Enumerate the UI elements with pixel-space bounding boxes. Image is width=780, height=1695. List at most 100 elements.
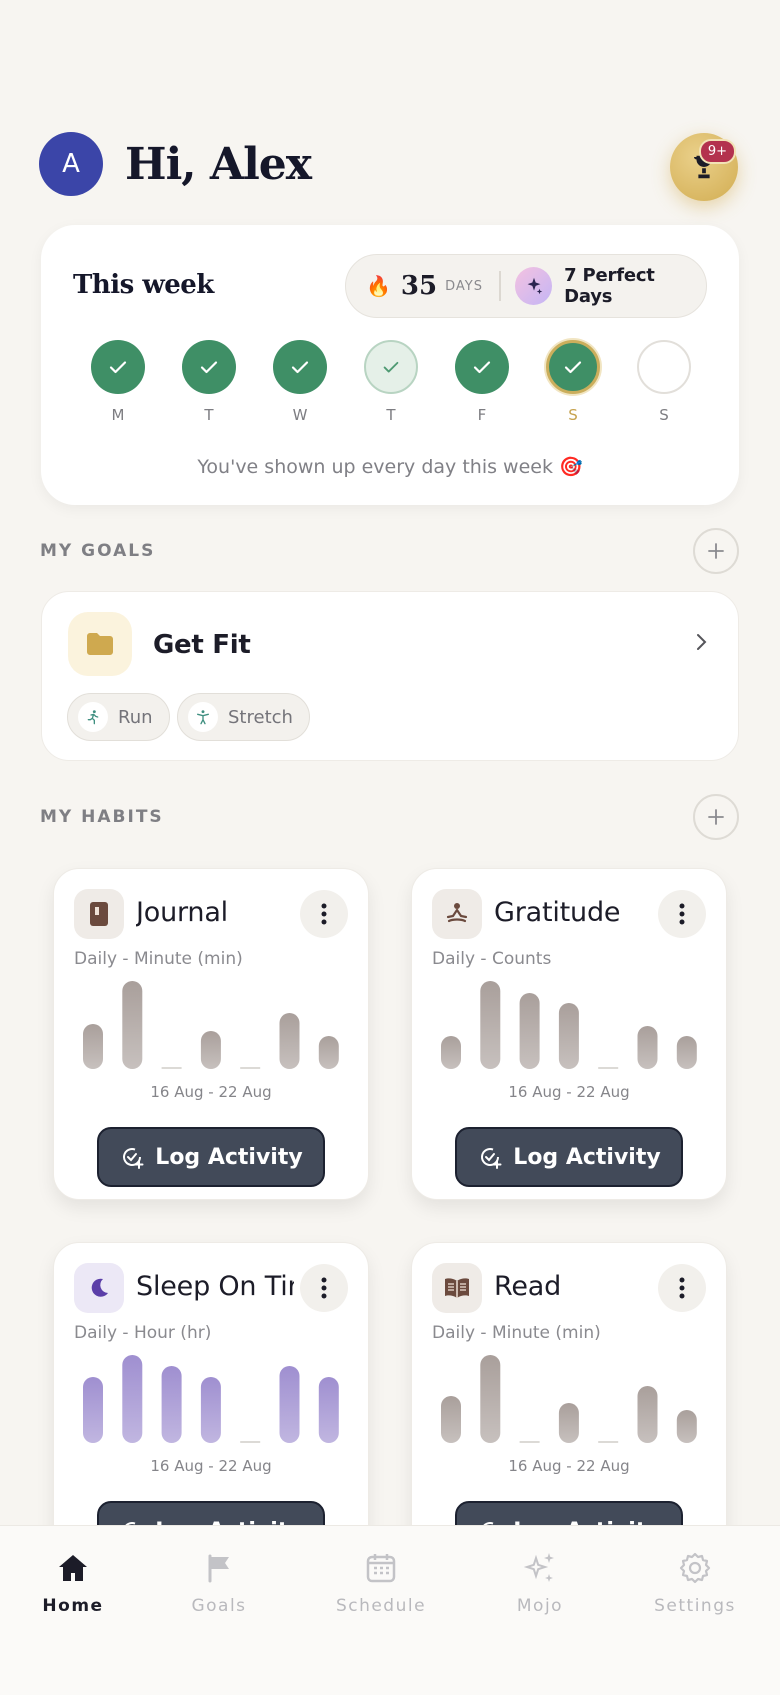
chart-bar — [200, 1031, 221, 1069]
nav-home[interactable]: Home — [3, 1548, 143, 1616]
kebab-icon — [679, 1277, 685, 1299]
habit-frequency: Daily - Counts — [432, 949, 552, 969]
habit-frequency: Daily - Minute (min) — [74, 949, 243, 969]
kebab-icon — [679, 903, 685, 925]
days-row: M T W T F S S — [91, 340, 691, 424]
habit-card-journal[interactable]: Journal Daily - Minute (min) 16 Aug - 22… — [53, 868, 369, 1200]
check-icon — [455, 340, 509, 394]
open-book-icon — [432, 1263, 482, 1313]
more-options-button[interactable] — [658, 890, 706, 938]
habit-chart — [83, 1355, 339, 1443]
day-sunday[interactable]: S — [637, 340, 691, 424]
date-range: 16 Aug - 22 Aug — [150, 1083, 272, 1101]
day-tuesday[interactable]: T — [182, 340, 236, 424]
week-message: You've shown up every day this week 🎯 — [197, 456, 583, 478]
check-icon — [546, 340, 600, 394]
goal-card[interactable]: Get Fit Run Stretch — [41, 591, 739, 761]
weekly-progress-card: This week 🔥 35 DAYS 7 Perfect Days M T W… — [41, 225, 739, 505]
chart-bar-empty — [240, 1441, 261, 1443]
chart-bar — [441, 1396, 461, 1443]
nav-settings[interactable]: Settings — [625, 1548, 765, 1616]
chart-bar — [480, 981, 501, 1069]
day-saturday[interactable]: S — [546, 340, 600, 424]
day-label: S — [568, 406, 578, 424]
nav-label: Home — [42, 1596, 104, 1616]
day-thursday[interactable]: T — [364, 340, 418, 424]
nav-label: Mojo — [516, 1596, 564, 1616]
stretch-icon — [188, 702, 218, 732]
check-icon — [182, 340, 236, 394]
book-icon — [74, 889, 124, 939]
log-activity-button[interactable]: Log Activity — [97, 1127, 325, 1187]
habit-card-gratitude[interactable]: Gratitude Daily - Counts 16 Aug - 22 Aug… — [411, 868, 727, 1200]
check-icon — [273, 340, 327, 394]
calendar-icon — [311, 1548, 451, 1588]
chart-bar — [279, 1013, 300, 1069]
more-options-button[interactable] — [300, 890, 348, 938]
chart-bar — [558, 1003, 579, 1069]
habit-frequency: Daily - Hour (hr) — [74, 1323, 212, 1343]
chart-bar — [637, 1026, 658, 1069]
habit-name: Sleep On Time — [136, 1271, 294, 1302]
nav-mojo[interactable]: Mojo — [470, 1548, 610, 1616]
day-monday[interactable]: M — [91, 340, 145, 424]
log-activity-button[interactable]: Log Activity — [455, 1127, 683, 1187]
avatar[interactable]: A — [39, 132, 103, 196]
chart-bar — [279, 1366, 300, 1443]
chip-run[interactable]: Run — [67, 693, 170, 741]
chip-stretch[interactable]: Stretch — [177, 693, 310, 741]
chart-bar-empty — [240, 1067, 261, 1069]
chart-bar — [318, 1377, 339, 1443]
nav-schedule[interactable]: Schedule — [311, 1548, 451, 1616]
chart-bar-empty — [519, 1441, 540, 1443]
bottom-nav: Home Goals Schedule Mojo Settings — [0, 1525, 780, 1695]
check-plus-icon — [123, 1148, 144, 1169]
add-habit-button[interactable] — [693, 794, 739, 840]
chart-bar — [83, 1377, 103, 1443]
chart-bar — [676, 1036, 697, 1069]
day-friday[interactable]: F — [455, 340, 509, 424]
day-wednesday[interactable]: W — [273, 340, 327, 424]
fire-icon: 🔥 — [366, 274, 391, 298]
pill-divider — [498, 271, 501, 301]
greeting: Hi, Alex — [125, 138, 312, 190]
chart-bar — [318, 1036, 339, 1069]
sparkles-icon — [470, 1548, 610, 1588]
trophy-button[interactable]: 9+ — [670, 133, 738, 201]
nav-label: Schedule — [335, 1596, 427, 1616]
plus-icon — [708, 809, 724, 825]
habit-chart — [441, 1355, 697, 1443]
folder-icon — [68, 612, 132, 676]
day-label: W — [292, 406, 308, 424]
habit-chart — [441, 981, 697, 1069]
chart-bar — [480, 1355, 501, 1443]
chart-bar — [122, 1355, 143, 1443]
habit-name: Read — [494, 1271, 562, 1302]
habit-name: Journal — [136, 897, 228, 928]
nav-goals[interactable]: Goals — [149, 1548, 289, 1616]
day-label: S — [659, 406, 669, 424]
day-label: T — [204, 406, 214, 424]
chip-label: Stretch — [228, 706, 293, 728]
check-icon — [91, 340, 145, 394]
date-range: 16 Aug - 22 Aug — [508, 1457, 630, 1475]
habit-name: Gratitude — [494, 897, 621, 928]
more-options-button[interactable] — [300, 1264, 348, 1312]
streak-unit: DAYS — [445, 278, 483, 294]
habits-section-title: MY HABITS — [40, 807, 164, 827]
streak-pill[interactable]: 🔥 35 DAYS 7 Perfect Days — [345, 254, 707, 318]
chart-bar-empty — [161, 1067, 182, 1069]
chevron-right-icon[interactable] — [694, 632, 708, 656]
date-range: 16 Aug - 22 Aug — [150, 1457, 272, 1475]
perfect-days-label: 7 Perfect Days — [564, 265, 655, 307]
more-options-button[interactable] — [658, 1264, 706, 1312]
moon-icon — [74, 1263, 124, 1313]
day-label: T — [386, 406, 396, 424]
chart-bar — [122, 981, 143, 1069]
chart-bar — [161, 1366, 182, 1443]
chart-bar-empty — [598, 1441, 619, 1443]
week-title: This week — [73, 270, 214, 300]
date-range: 16 Aug - 22 Aug — [508, 1083, 630, 1101]
add-goal-button[interactable] — [693, 528, 739, 574]
day-label: M — [111, 406, 125, 424]
